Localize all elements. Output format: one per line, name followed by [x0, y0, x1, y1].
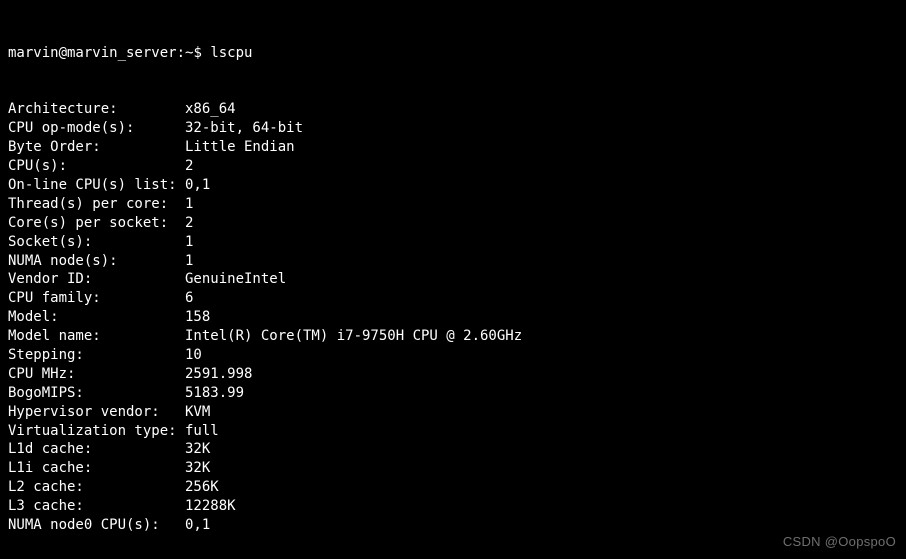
- lscpu-row: L3 cache: 12288K: [8, 497, 898, 516]
- lscpu-row: NUMA node0 CPU(s): 0,1: [8, 516, 898, 535]
- prompt-user-host: marvin@marvin_server: [8, 45, 177, 61]
- lscpu-row: Vendor ID: GenuineIntel: [8, 270, 898, 289]
- lscpu-row: Socket(s): 1: [8, 233, 898, 252]
- lscpu-rows: Architecture: x86_64CPU op-mode(s): 32-b…: [8, 100, 898, 534]
- lscpu-row: NUMA node(s): 1: [8, 252, 898, 271]
- lscpu-row: L1i cache: 32K: [8, 459, 898, 478]
- lscpu-row: L2 cache: 256K: [8, 478, 898, 497]
- lscpu-row: CPU MHz: 2591.998: [8, 365, 898, 384]
- lscpu-row: CPU family: 6: [8, 289, 898, 308]
- lscpu-row: CPU(s): 2: [8, 157, 898, 176]
- lscpu-row: On-line CPU(s) list: 0,1: [8, 176, 898, 195]
- lscpu-row: Model: 158: [8, 308, 898, 327]
- lscpu-row: Stepping: 10: [8, 346, 898, 365]
- lscpu-row: Architecture: x86_64: [8, 100, 898, 119]
- lscpu-row: BogoMIPS: 5183.99: [8, 384, 898, 403]
- lscpu-row: Virtualization type: full: [8, 422, 898, 441]
- shell-prompt-line: marvin@marvin_server:~$ lscpu: [8, 44, 898, 63]
- lscpu-row: Thread(s) per core: 1: [8, 195, 898, 214]
- lscpu-row: CPU op-mode(s): 32-bit, 64-bit: [8, 119, 898, 138]
- lscpu-row: Model name: Intel(R) Core(TM) i7-9750H C…: [8, 327, 898, 346]
- lscpu-row: L1d cache: 32K: [8, 440, 898, 459]
- lscpu-row: Hypervisor vendor: KVM: [8, 403, 898, 422]
- lscpu-row: Byte Order: Little Endian: [8, 138, 898, 157]
- lscpu-row: Core(s) per socket: 2: [8, 214, 898, 233]
- terminal-output[interactable]: marvin@marvin_server:~$ lscpu Architectu…: [0, 0, 906, 559]
- prompt-command: lscpu: [210, 45, 252, 61]
- prompt-char: $: [193, 45, 201, 61]
